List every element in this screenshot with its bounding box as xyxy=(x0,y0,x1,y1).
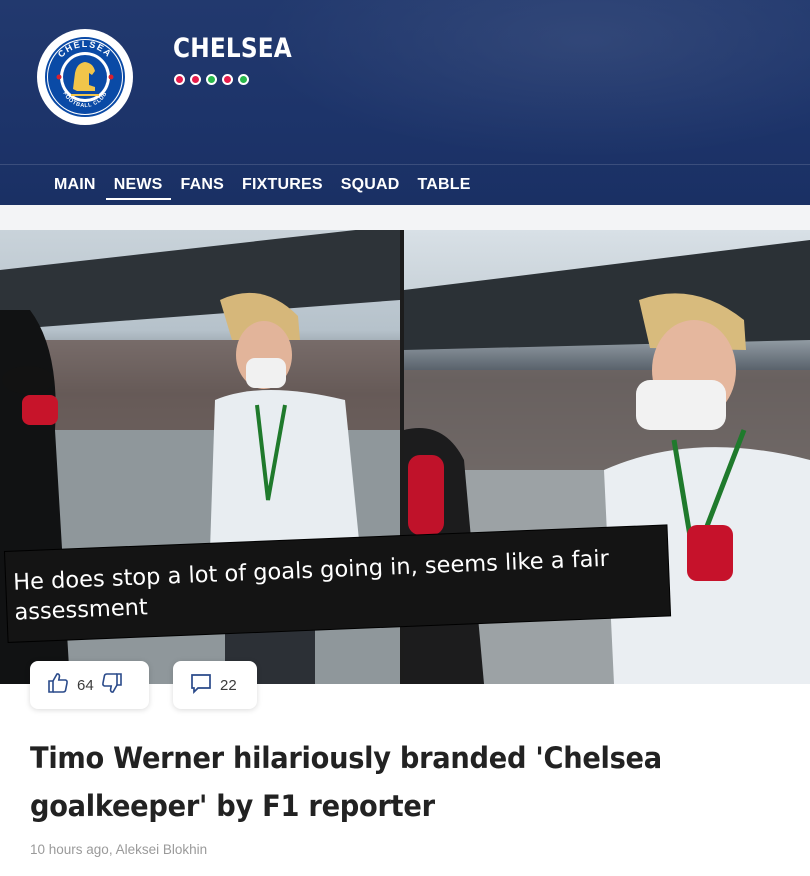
article-title[interactable]: Timo Werner hilariously branded 'Chelsea… xyxy=(30,734,688,830)
nav-item-squad[interactable]: SQUAD xyxy=(333,165,408,206)
like-count: 64 xyxy=(77,676,94,694)
color-dot xyxy=(238,74,249,85)
color-dot xyxy=(190,74,201,85)
meta-separator: , xyxy=(108,842,116,857)
nav-item-fixtures[interactable]: FIXTURES xyxy=(234,165,331,206)
main-nav: MAIN NEWS FANS FIXTURES SQUAD TABLE xyxy=(0,164,810,205)
comment-count: 22 xyxy=(220,676,237,694)
color-dot xyxy=(174,74,185,85)
thumbs-down-icon[interactable] xyxy=(100,671,124,699)
article-author[interactable]: Aleksei Blokhin xyxy=(116,842,208,857)
like-counter: 64 xyxy=(30,661,149,709)
color-dot xyxy=(222,74,233,85)
article-image[interactable]: He does stop a lot of goals going in, se… xyxy=(0,230,810,684)
site-header: CHELSEA FOOTBALL CLUB CHELSEA MAIN NEWS FA… xyxy=(0,0,810,205)
nav-item-table[interactable]: TABLE xyxy=(409,165,478,206)
nav-item-fans[interactable]: FANS xyxy=(173,165,232,206)
nav-item-news[interactable]: NEWS xyxy=(105,165,171,206)
article-time: 10 hours ago xyxy=(30,842,109,857)
thumbs-up-icon[interactable] xyxy=(46,671,70,699)
comment-counter[interactable]: 22 xyxy=(173,661,257,709)
club-logo[interactable]: CHELSEA FOOTBALL CLUB xyxy=(37,29,133,125)
chelsea-crest-icon: CHELSEA FOOTBALL CLUB xyxy=(45,37,125,117)
article-meta: 10 hours ago, Aleksei Blokhin xyxy=(30,842,207,857)
nav-item-main[interactable]: MAIN xyxy=(46,165,104,206)
page-gap xyxy=(0,205,810,230)
club-name[interactable]: CHELSEA xyxy=(173,33,292,64)
color-dots xyxy=(174,74,249,85)
comment-icon[interactable] xyxy=(189,671,213,699)
color-dot xyxy=(206,74,217,85)
